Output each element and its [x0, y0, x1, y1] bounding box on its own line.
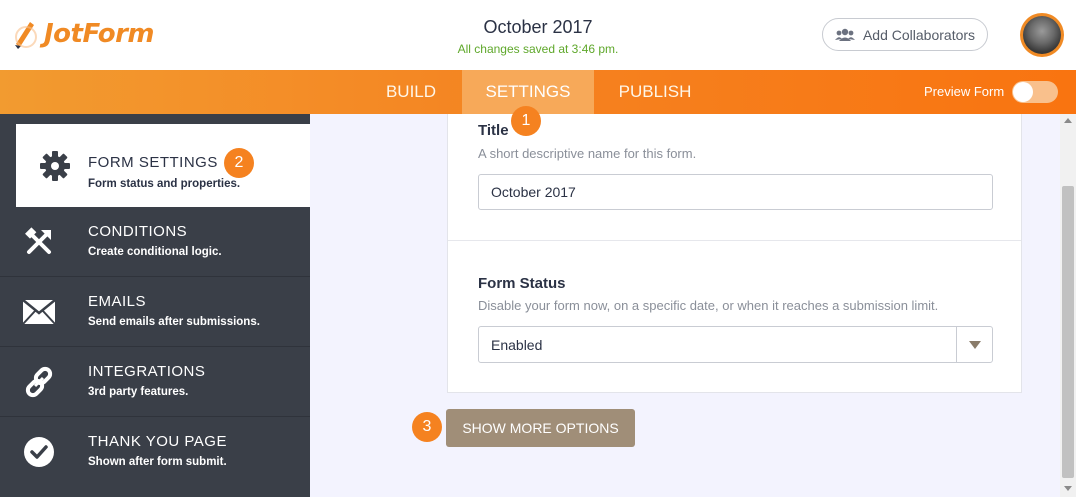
conditions-icon — [22, 225, 56, 259]
sidebar-item-title: EMAILS — [88, 293, 147, 310]
sidebar-item-title: INTEGRATIONS — [88, 363, 206, 380]
sidebar-item-emails[interactable]: EMAILS Send emails after submissions. — [0, 277, 310, 347]
sidebar-item-title: CONDITIONS — [88, 223, 188, 240]
form-status-description: Disable your form now, on a specific dat… — [478, 298, 939, 313]
gear-icon — [38, 149, 72, 183]
sidebar-item-subtitle: 3rd party features. — [88, 386, 189, 398]
scroll-up-arrow-icon[interactable] — [1064, 118, 1072, 123]
form-status-value: Enabled — [491, 337, 543, 353]
settings-sidebar: FORM SETTINGS Form status and properties… — [0, 114, 310, 497]
sidebar-item-thank-you-page[interactable]: THANK YOU PAGE Shown after form submit. — [0, 417, 310, 487]
show-more-options-button[interactable]: SHOW MORE OPTIONS — [446, 409, 635, 447]
sidebar-item-subtitle: Create conditional logic. — [88, 246, 222, 258]
tab-build[interactable]: BUILD — [370, 70, 452, 114]
form-status-label: Form Status — [478, 275, 566, 292]
form-title-input[interactable] — [478, 174, 993, 210]
title-field-description: A short descriptive name for this form. — [478, 146, 697, 161]
top-header: JotForm October 2017 All changes saved a… — [0, 0, 1076, 70]
sidebar-item-subtitle: Shown after form submit. — [88, 456, 227, 468]
avatar-photo — [1023, 16, 1061, 54]
preview-form-toggle[interactable] — [1012, 81, 1058, 103]
sidebar-item-integrations[interactable]: INTEGRATIONS 3rd party features. — [0, 347, 310, 417]
scrollbar-thumb[interactable] — [1062, 186, 1074, 478]
content-scrollbar[interactable] — [1060, 114, 1076, 497]
sidebar-item-title: THANK YOU PAGE — [88, 433, 227, 450]
sidebar-item-conditions[interactable]: CONDITIONS Create conditional logic. — [0, 207, 310, 277]
check-circle-icon — [22, 435, 56, 469]
add-collaborators-button[interactable]: Add Collaborators — [822, 18, 988, 51]
add-collaborators-label: Add Collaborators — [862, 26, 976, 43]
step-badge-3: 3 — [412, 412, 442, 442]
toggle-knob — [1013, 82, 1033, 102]
step-badge-2: 2 — [224, 148, 254, 178]
chevron-down-icon[interactable] — [956, 327, 992, 362]
envelope-icon — [22, 295, 56, 329]
sidebar-item-subtitle: Send emails after submissions. — [88, 316, 260, 328]
sidebar-item-subtitle: Form status and properties. — [88, 178, 241, 190]
sidebar-item-title: FORM SETTINGS — [88, 154, 218, 171]
preview-form-label: Preview Form — [924, 84, 1005, 99]
tab-publish[interactable]: PUBLISH — [604, 70, 706, 114]
main-nav: BUILD SETTINGS PUBLISH Preview Form — [0, 70, 1076, 114]
link-icon — [22, 365, 56, 399]
user-avatar[interactable] — [1020, 13, 1064, 57]
step-badge-1: 1 — [511, 106, 541, 136]
sidebar-item-form-settings[interactable]: FORM SETTINGS Form status and properties… — [16, 124, 310, 207]
form-settings-card: Title A short descriptive name for this … — [447, 114, 1022, 393]
section-divider — [448, 240, 1021, 241]
form-status-select[interactable]: Enabled — [478, 326, 993, 363]
scroll-down-arrow-icon[interactable] — [1064, 486, 1072, 491]
title-field-label: Title — [478, 122, 509, 139]
users-icon — [834, 28, 855, 41]
